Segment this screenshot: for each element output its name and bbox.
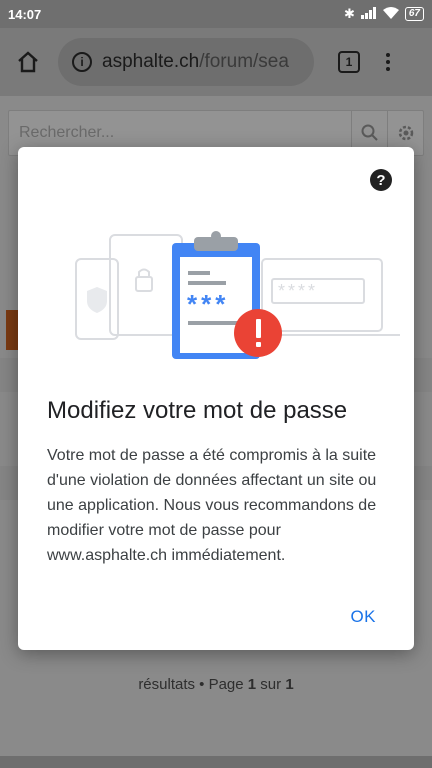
address-bar[interactable]: i asphalte.ch/forum/sea [58, 38, 314, 86]
password-alert-dialog: ? **** *** Modifiez votre mot de passe V… [18, 147, 414, 650]
search-input[interactable]: Rechercher... [9, 124, 351, 142]
system-icons: ✱ 67 [344, 6, 424, 22]
info-icon[interactable]: i [72, 52, 92, 72]
tab-switcher-button[interactable]: 1 [338, 51, 360, 73]
dialog-title: Modifiez votre mot de passe [47, 397, 348, 424]
status-time: 14:07 [8, 6, 42, 22]
url-host: asphalte.ch [102, 51, 200, 72]
ok-button[interactable]: OK [350, 607, 376, 627]
results-pagination: résultats • Page 1 sur 1 [138, 676, 294, 693]
signal-icon [360, 6, 377, 22]
wifi-icon [382, 6, 399, 22]
help-icon[interactable]: ? [370, 169, 392, 191]
masked-password-text-long: **** [278, 281, 318, 301]
bluetooth-icon: ✱ [343, 6, 355, 21]
page-accent-tab [6, 310, 18, 350]
masked-password-text-short: *** [187, 289, 229, 319]
browser-toolbar: i asphalte.ch/forum/sea 1 [0, 28, 432, 96]
home-button[interactable] [10, 44, 46, 80]
search-icon [361, 124, 378, 141]
battery-icon: 67 [404, 7, 424, 21]
menu-icon[interactable] [386, 53, 390, 71]
bottom-bar [0, 756, 432, 768]
status-bar: 14:07 ✱ 67 [0, 0, 432, 28]
dialog-message: Votre mot de passe a été compromis à la … [47, 447, 377, 564]
url-path: /forum/sea [199, 51, 289, 72]
compromised-password-illustration: **** *** [75, 231, 400, 359]
home-icon [18, 51, 38, 73]
gear-icon [398, 125, 413, 141]
